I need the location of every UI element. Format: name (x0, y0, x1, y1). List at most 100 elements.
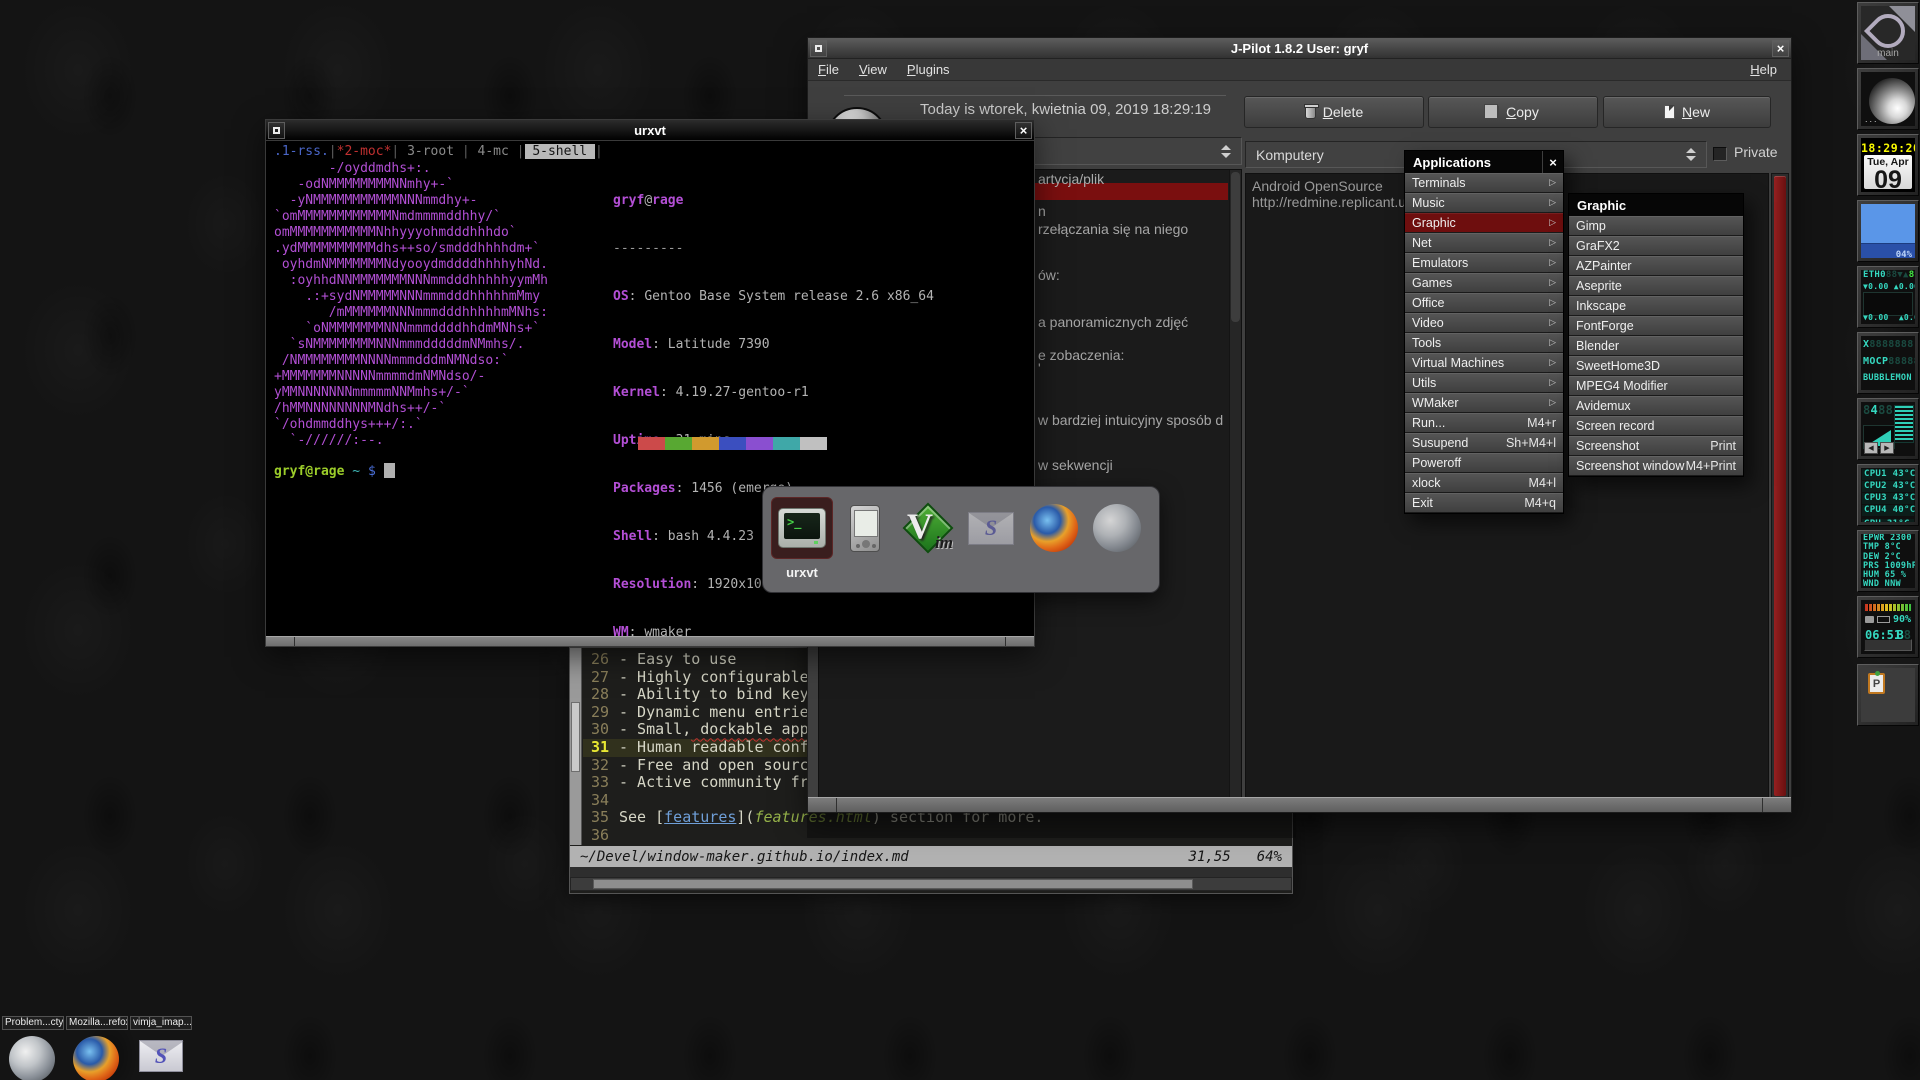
spinner-arrows-icon[interactable] (1221, 145, 1231, 158)
urxvt-resizebar[interactable] (266, 636, 1034, 646)
menu-view[interactable]: View (849, 59, 897, 81)
menu-item-inkscape[interactable]: Inkscape (1569, 296, 1743, 316)
dock-temperature-monitor[interactable]: CPU1 43°C CPU2 43°C CPU3 43°C CPU4 40°C … (1857, 464, 1919, 526)
menu-item-exit[interactable]: ExitM4+q (1405, 493, 1563, 513)
memo-row-fragment[interactable]: w sekwencji (1038, 457, 1113, 473)
miniwindow-firefox[interactable]: Mozilla...refox (66, 1016, 128, 1030)
menu-item-xlock[interactable]: xlockM4+l (1405, 473, 1563, 493)
dock-battery-monitor[interactable]: 90% 06:51 B8 (1857, 596, 1919, 658)
dock-clipboard-app[interactable]: P (1857, 664, 1919, 726)
miniwindow-mail[interactable]: vimja_imap... S (130, 1016, 192, 1030)
dock-lcd-monitor[interactable]: X8888888 MOCP88888 BUBBLEMON (1857, 332, 1919, 394)
menu-close-icon[interactable]: × (1542, 151, 1563, 173)
menu-item-gimp[interactable]: Gimp (1569, 216, 1743, 236)
graphic-submenu-title[interactable]: Graphic (1569, 194, 1743, 216)
dock-weather-monitor[interactable]: EPWR 2300 TMP 8°C DEW 2°C PRS 1009hPa HU… (1857, 530, 1919, 592)
menu-item-video[interactable]: Video (1405, 313, 1563, 333)
menu-item-screenshot-window[interactable]: Screenshot windowM4+Print (1569, 456, 1743, 476)
tmux-window-2[interactable]: *2-moc* (337, 144, 392, 159)
private-checkbox[interactable] (1713, 147, 1727, 161)
mixer-next-button[interactable]: ▶ (1880, 442, 1894, 454)
menu-item-wmaker[interactable]: WMaker (1405, 393, 1563, 413)
menu-item-grafx2[interactable]: GraFX2 (1569, 236, 1743, 256)
spinner-arrows-icon[interactable] (1686, 148, 1696, 161)
jpilot-resizebar[interactable] (808, 797, 1791, 812)
menu-item-fontforge[interactable]: FontForge (1569, 316, 1743, 336)
miniwindow-problem[interactable]: Problem...ctyl (2, 1016, 64, 1030)
dock-mixer[interactable]: 8488 ◀ ▶ (1857, 398, 1919, 460)
menu-item-azpainter[interactable]: AZPainter (1569, 256, 1743, 276)
menu-item-games[interactable]: Games (1405, 273, 1563, 293)
tmux-window-5-active[interactable]: 5-shell (525, 144, 595, 159)
switcher-item-browser[interactable] (1086, 497, 1148, 559)
memo-row-fragment[interactable]: e zobaczenia: (1038, 347, 1124, 363)
menu-item-avidemux[interactable]: Avidemux (1569, 396, 1743, 416)
menu-item-screenshot[interactable]: ScreenshotPrint (1569, 436, 1743, 456)
switcher-item-firefox[interactable] (1023, 497, 1085, 559)
switcher-item-mail[interactable]: S (960, 497, 1022, 559)
close-icon[interactable]: × (1015, 122, 1032, 139)
switcher-item-urxvt[interactable] (771, 497, 833, 559)
menu-item-blender[interactable]: Blender (1569, 336, 1743, 356)
urxvt-titlebar[interactable]: urxvt × (266, 120, 1034, 141)
dock-sphere-app[interactable]: ... (1857, 68, 1919, 130)
applications-menu-title[interactable]: Applications× (1405, 151, 1563, 173)
tmux-window-1[interactable]: .1-rss. (274, 144, 329, 159)
vim-vertical-scrollbar[interactable] (570, 648, 582, 845)
miniaturize-button-icon[interactable] (810, 40, 827, 57)
vim-vscroll-thumb[interactable] (571, 702, 580, 772)
menu-item-emulators[interactable]: Emulators (1405, 253, 1563, 273)
miniaturize-button-icon[interactable] (268, 122, 285, 139)
close-icon[interactable]: × (1772, 40, 1789, 57)
memo-text-scrollbar[interactable] (1771, 173, 1789, 797)
menu-item-net[interactable]: Net (1405, 233, 1563, 253)
memo-text-scroll-thumb[interactable] (1774, 176, 1786, 796)
copy-button[interactable]: Copy (1428, 96, 1598, 128)
globe-browser-icon[interactable] (9, 1036, 55, 1080)
menu-item-poweroff[interactable]: Poweroff (1405, 453, 1563, 473)
menu-item-suspend[interactable]: SusupendSh+M4+l (1405, 433, 1563, 453)
menu-item-music[interactable]: Music (1405, 193, 1563, 213)
jpilot-titlebar[interactable]: J-Pilot 1.8.2 User: gryf × (808, 38, 1791, 59)
menu-file[interactable]: File (808, 59, 849, 81)
menu-plugins[interactable]: Plugins (897, 59, 960, 81)
memo-row-fragment[interactable]: w bardziej intuicyjny sposób d (1038, 412, 1223, 428)
menu-item-terminals[interactable]: Terminals (1405, 173, 1563, 193)
switcher-item-jpilot[interactable] (834, 497, 896, 559)
dock-load-gauge[interactable]: 04% (1857, 200, 1919, 262)
memo-row-fragment[interactable]: n (1038, 203, 1046, 219)
menu-item-aseprite[interactable]: Aseprite (1569, 276, 1743, 296)
memo-row-fragment[interactable]: artycja/plik (1038, 171, 1104, 187)
dock-calclock[interactable]: 18:29:20 Tue, Apr 09 (1857, 134, 1919, 196)
menu-item-tools[interactable]: Tools (1405, 333, 1563, 353)
memo-row-fragment[interactable]: ów: (1038, 267, 1060, 283)
new-button[interactable]: New (1603, 96, 1771, 128)
mixer-prev-button[interactable]: ◀ (1864, 442, 1878, 454)
vim-horizontal-scrollbar[interactable] (570, 877, 1292, 891)
memo-list-scroll-thumb[interactable] (1231, 172, 1240, 322)
memo-list-scrollbar[interactable] (1229, 170, 1241, 797)
menu-item-office[interactable]: Office (1405, 293, 1563, 313)
menu-item-utils[interactable]: Utils (1405, 373, 1563, 393)
menu-item-mpeg4-modifier[interactable]: MPEG4 Modifier (1569, 376, 1743, 396)
memo-row-fragment[interactable]: a panoramicznych zdjęć (1038, 314, 1188, 330)
mail-icon[interactable]: S (139, 1040, 183, 1072)
firefox-icon[interactable] (73, 1036, 119, 1080)
features-link[interactable]: features (664, 808, 736, 826)
menu-item-graphic[interactable]: Graphic (1405, 213, 1563, 233)
vim-hscroll-thumb[interactable] (593, 879, 1193, 889)
switcher-item-vim[interactable]: Vim (897, 497, 959, 559)
memo-row-fragment[interactable]: ' (1038, 360, 1041, 376)
menu-item-virtual-machines[interactable]: Virtual Machines (1405, 353, 1563, 373)
dock-network-monitor[interactable]: ETH088▼▲8 ▼0.00 ▲0.00 ▼0.00 ▲0.00 (1857, 266, 1919, 328)
clipboard-icon[interactable]: P (1868, 673, 1885, 694)
dock-clip[interactable]: main (1857, 2, 1919, 64)
delete-button[interactable]: Delete (1244, 96, 1424, 128)
shell-prompt[interactable]: gryf@rage ~ $ (274, 463, 395, 480)
menu-item-screen-record[interactable]: Screen record (1569, 416, 1743, 436)
menu-item-sweethome3d[interactable]: SweetHome3D (1569, 356, 1743, 376)
memo-row-fragment[interactable]: rzełączania się na niego (1038, 221, 1188, 237)
tmux-window-4[interactable]: 4-mc (470, 144, 517, 159)
menu-item-run[interactable]: Run...M4+r (1405, 413, 1563, 433)
tmux-window-3[interactable]: 3-root (399, 144, 462, 159)
